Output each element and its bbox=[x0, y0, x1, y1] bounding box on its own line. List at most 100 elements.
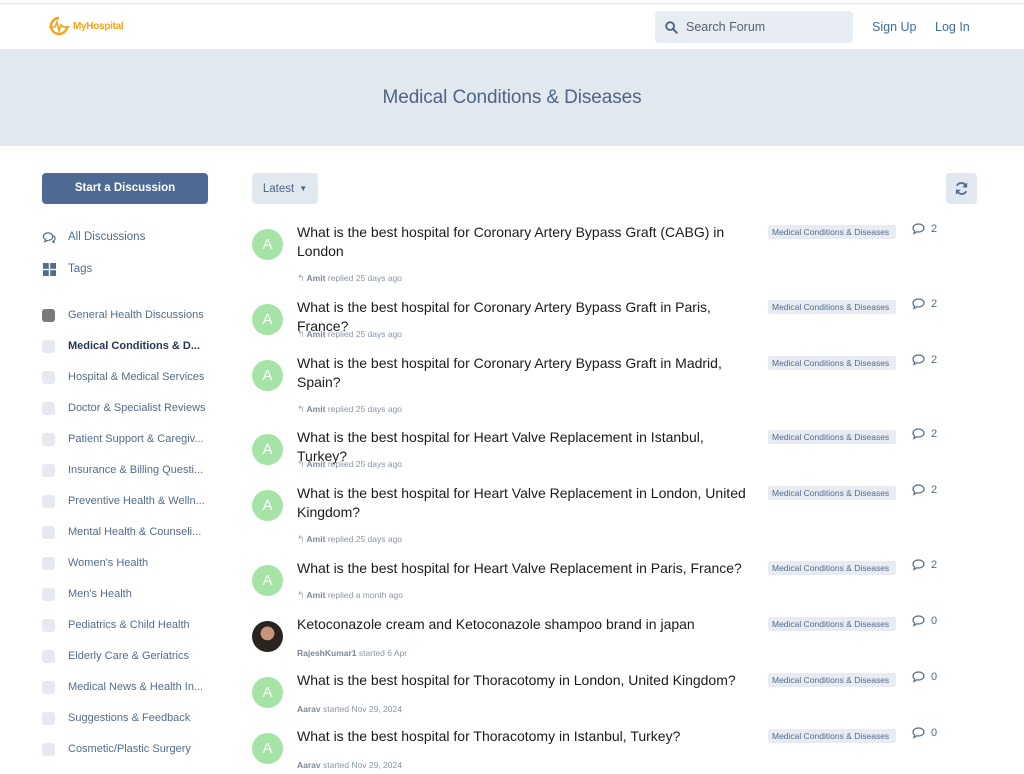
sort-dropdown[interactable]: Latest ▼ bbox=[252, 173, 318, 204]
sidebar-item-tags[interactable]: Tags bbox=[42, 262, 92, 276]
sidebar-tag-item[interactable]: Doctor & Specialist Reviews bbox=[42, 400, 206, 416]
reply-count-value: 2 bbox=[931, 484, 938, 496]
tag-label: Pediatrics & Child Health bbox=[68, 619, 190, 631]
tag-color-swatch bbox=[42, 680, 55, 694]
action-text: replied bbox=[327, 534, 354, 544]
sidebar-tag-item[interactable]: Medical Conditions & D... bbox=[42, 338, 200, 354]
reply-count-value: 0 bbox=[931, 615, 938, 627]
discussion-meta: RajeshKumar1 started 6 Apr bbox=[297, 648, 407, 658]
comment-icon bbox=[912, 727, 925, 739]
discussion-tag-badge[interactable]: Medical Conditions & Diseases bbox=[768, 225, 896, 239]
tag-color-swatch bbox=[42, 587, 55, 601]
start-discussion-button[interactable]: Start a Discussion bbox=[42, 173, 208, 204]
discussion-tag-badge[interactable]: Medical Conditions & Diseases bbox=[768, 673, 896, 687]
avatar[interactable]: A bbox=[252, 360, 283, 391]
search-input[interactable]: Search Forum bbox=[655, 11, 853, 43]
avatar[interactable]: A bbox=[252, 229, 283, 260]
discussion-tag-badge[interactable]: Medical Conditions & Diseases bbox=[768, 356, 896, 370]
comment-icon bbox=[912, 559, 925, 571]
discussion-tag-badge[interactable]: Medical Conditions & Diseases bbox=[768, 430, 896, 444]
sidebar-tag-item[interactable]: Patient Support & Caregiv... bbox=[42, 431, 204, 447]
discussion-title[interactable]: What is the best hospital for Thoracotom… bbox=[297, 727, 757, 746]
avatar[interactable]: A bbox=[252, 490, 283, 521]
sidebar-tag-item[interactable]: Elderly Care & Geriatrics bbox=[42, 648, 189, 664]
timestamp: 25 days ago bbox=[355, 273, 403, 283]
discussion-title[interactable]: What is the best hospital for Heart Valv… bbox=[297, 484, 757, 522]
comment-icon bbox=[912, 428, 925, 440]
username[interactable]: Amit bbox=[307, 273, 326, 283]
avatar[interactable]: A bbox=[252, 733, 283, 764]
reply-count: 2 bbox=[912, 428, 937, 440]
discussion-meta: ↰ Amit replied 25 days ago bbox=[297, 534, 402, 545]
discussion-meta: Aarav started Nov 29, 2024 bbox=[297, 704, 402, 714]
tag-label: Medical Conditions & D... bbox=[68, 340, 201, 352]
tag-color-swatch bbox=[42, 525, 55, 539]
tag-label: Men's Health bbox=[68, 588, 132, 600]
page-title: Medical Conditions & Diseases bbox=[382, 87, 642, 108]
username[interactable]: Amit bbox=[307, 404, 326, 414]
comment-icon bbox=[912, 223, 925, 235]
reply-count-value: 0 bbox=[931, 727, 938, 739]
discussion-title[interactable]: Ketoconazole cream and Ketoconazole sham… bbox=[297, 615, 757, 634]
discussion-title[interactable]: What is the best hospital for Thoracotom… bbox=[297, 671, 757, 690]
sidebar-tag-item[interactable]: Preventive Health & Welln... bbox=[42, 493, 205, 509]
action-text: replied bbox=[327, 404, 354, 414]
tag-color-swatch bbox=[42, 432, 55, 446]
discussion-meta: Aarav started Nov 29, 2024 bbox=[297, 760, 402, 770]
username[interactable]: Amit bbox=[307, 459, 326, 469]
discussion-meta: ↰ Amit replied 25 days ago bbox=[297, 459, 402, 470]
avatar[interactable]: A bbox=[252, 434, 283, 465]
sidebar-tag-item[interactable]: Women's Health bbox=[42, 555, 148, 571]
reply-icon: ↰ bbox=[297, 329, 305, 339]
discussion-tag-badge[interactable]: Medical Conditions & Diseases bbox=[768, 486, 896, 500]
tag-color-swatch bbox=[42, 649, 55, 663]
sign-up-link[interactable]: Sign Up bbox=[872, 20, 916, 34]
sidebar-tag-item[interactable]: Mental Health & Counseli... bbox=[42, 524, 201, 540]
avatar[interactable]: A bbox=[252, 565, 283, 596]
sidebar-tag-item[interactable]: Insurance & Billing Questi... bbox=[42, 462, 203, 478]
reply-count: 0 bbox=[912, 727, 937, 739]
username[interactable]: Amit bbox=[307, 534, 326, 544]
reply-count-value: 2 bbox=[931, 298, 938, 310]
username[interactable]: Amit bbox=[307, 329, 326, 339]
discussion-title[interactable]: What is the best hospital for Heart Valv… bbox=[297, 559, 757, 578]
sidebar-tag-item[interactable]: Medical News & Health In... bbox=[42, 679, 203, 695]
sidebar-tag-item[interactable]: Pediatrics & Child Health bbox=[42, 617, 190, 633]
sidebar-tag-item[interactable]: Cosmetic/Plastic Surgery bbox=[42, 741, 191, 757]
tag-label: Cosmetic/Plastic Surgery bbox=[68, 743, 191, 755]
log-in-link[interactable]: Log In bbox=[935, 20, 970, 34]
reply-count: 2 bbox=[912, 298, 937, 310]
timestamp: 25 days ago bbox=[355, 459, 403, 469]
comment-icon bbox=[912, 615, 925, 627]
timestamp: 25 days ago bbox=[355, 404, 403, 414]
sidebar-tag-item[interactable]: General Health Discussions bbox=[42, 307, 204, 323]
reply-count-value: 0 bbox=[931, 671, 938, 683]
username[interactable]: Aarav bbox=[297, 760, 321, 770]
refresh-icon bbox=[955, 182, 968, 195]
discussion-title[interactable]: What is the best hospital for Coronary A… bbox=[297, 223, 757, 261]
avatar[interactable]: A bbox=[252, 304, 283, 335]
logo-text: MyHospital bbox=[73, 20, 124, 32]
reply-count-value: 2 bbox=[931, 223, 938, 235]
sidebar-tag-item[interactable]: Men's Health bbox=[42, 586, 132, 602]
reply-count: 0 bbox=[912, 615, 937, 627]
discussion-title[interactable]: What is the best hospital for Coronary A… bbox=[297, 354, 757, 392]
avatar[interactable] bbox=[252, 621, 283, 652]
sidebar-tag-item[interactable]: Hospital & Medical Services bbox=[42, 369, 204, 385]
action-text: replied bbox=[327, 459, 354, 469]
discussion-tag-badge[interactable]: Medical Conditions & Diseases bbox=[768, 617, 896, 631]
site-logo[interactable]: MyHospital bbox=[46, 16, 124, 36]
tag-label: Elderly Care & Geriatrics bbox=[68, 650, 190, 662]
username[interactable]: Aarav bbox=[297, 704, 321, 714]
discussion-tag-badge[interactable]: Medical Conditions & Diseases bbox=[768, 729, 896, 743]
tag-label: Preventive Health & Welln... bbox=[68, 495, 205, 507]
sidebar-item-all-discussions[interactable]: All Discussions bbox=[42, 230, 145, 244]
discussion-tag-badge[interactable]: Medical Conditions & Diseases bbox=[768, 300, 896, 314]
username[interactable]: RajeshKumar1 bbox=[297, 648, 357, 658]
discussion-tag-badge[interactable]: Medical Conditions & Diseases bbox=[768, 561, 896, 575]
refresh-button[interactable] bbox=[946, 173, 977, 204]
search-placeholder: Search Forum bbox=[686, 20, 766, 34]
username[interactable]: Amit bbox=[307, 590, 326, 600]
sidebar-tag-item[interactable]: Suggestions & Feedback bbox=[42, 710, 190, 726]
avatar[interactable]: A bbox=[252, 677, 283, 708]
